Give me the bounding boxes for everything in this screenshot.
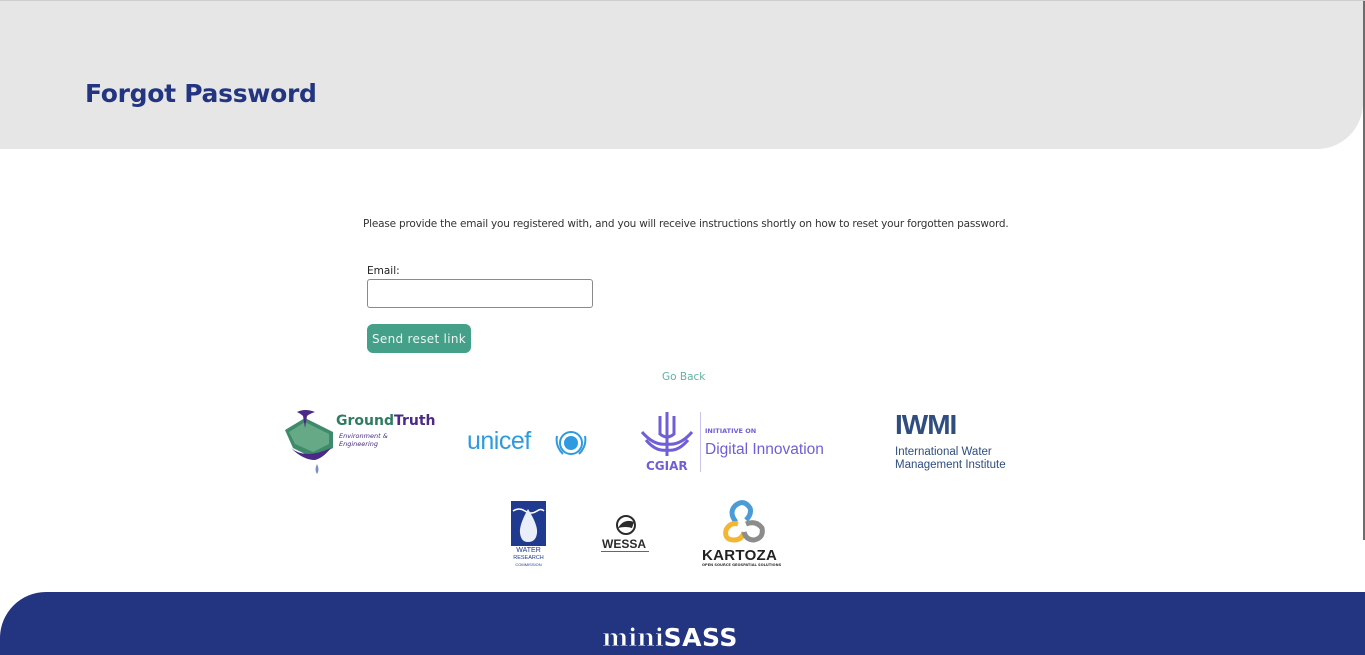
minisass-logo-mini: mini — [602, 623, 665, 653]
email-input[interactable] — [367, 279, 593, 308]
instructions-text: Please provide the email you registered … — [363, 218, 1009, 230]
wessa-wordmark: WESSA — [602, 537, 647, 551]
send-reset-link-button[interactable]: Send reset link — [367, 324, 471, 353]
kartoza-knot-icon — [723, 500, 765, 543]
cgiar-wheat-icon — [640, 412, 694, 456]
kartoza-logo[interactable]: KARTOZA OPEN SOURCE GEOSPATIAL SOLUTIONS — [700, 500, 788, 570]
unicef-wordmark: unicef — [467, 427, 531, 455]
wrc-line-2: RESEARCH — [513, 555, 544, 561]
wrc-line-3: COMMISSION — [515, 562, 542, 567]
water-drop-icon — [512, 508, 545, 542]
water-research-commission-logo[interactable]: WATER RESEARCH COMMISSION — [511, 501, 546, 569]
wessa-tagline-line — [601, 551, 649, 552]
iwmi-logo[interactable]: IWMI International Water Management Inst… — [895, 409, 1020, 474]
groundtruth-emblem-icon — [285, 410, 333, 474]
wrc-line-1: WATER — [516, 547, 541, 554]
wessa-bird-icon — [616, 515, 636, 535]
iwmi-line-1: International Water — [895, 446, 992, 458]
minisass-logo[interactable]: miniSASS — [602, 623, 738, 653]
email-label: Email: — [367, 265, 400, 277]
wessa-logo[interactable]: WESSA — [601, 514, 649, 556]
cgiar-name: CGIAR — [646, 459, 688, 473]
cgiar-divider — [700, 412, 701, 472]
kartoza-tagline: OPEN SOURCE GEOSPATIAL SOLUTIONS — [702, 563, 782, 567]
iwmi-line-2: Management Institute — [895, 459, 1006, 471]
cgiar-logo[interactable]: CGIAR INITIATIVE ON Digital Innovation — [640, 410, 840, 476]
kartoza-wordmark: KARTOZA — [702, 547, 778, 564]
unicef-emblem-icon — [555, 431, 587, 455]
go-back-link[interactable]: Go Back — [662, 371, 705, 383]
groundtruth-tagline: Environment & Engineering — [339, 432, 388, 448]
wrc-emblem — [511, 501, 546, 546]
groundtruth-name: GroundTruth — [336, 413, 436, 429]
iwmi-wordmark: IWMI — [895, 409, 957, 440]
cgiar-initiative-label: INITIATIVE ON — [705, 427, 757, 435]
minisass-logo-sass: SASS — [663, 623, 738, 652]
page-footer: miniSASS — [0, 592, 1365, 655]
page-header: Forgot Password — [0, 1, 1363, 149]
page-title: Forgot Password — [85, 79, 317, 108]
cgiar-digital-innovation: Digital Innovation — [705, 441, 824, 458]
groundtruth-logo[interactable]: GroundTruth Environment & Engineering — [283, 408, 436, 476]
unicef-logo[interactable]: unicef — [467, 425, 592, 461]
